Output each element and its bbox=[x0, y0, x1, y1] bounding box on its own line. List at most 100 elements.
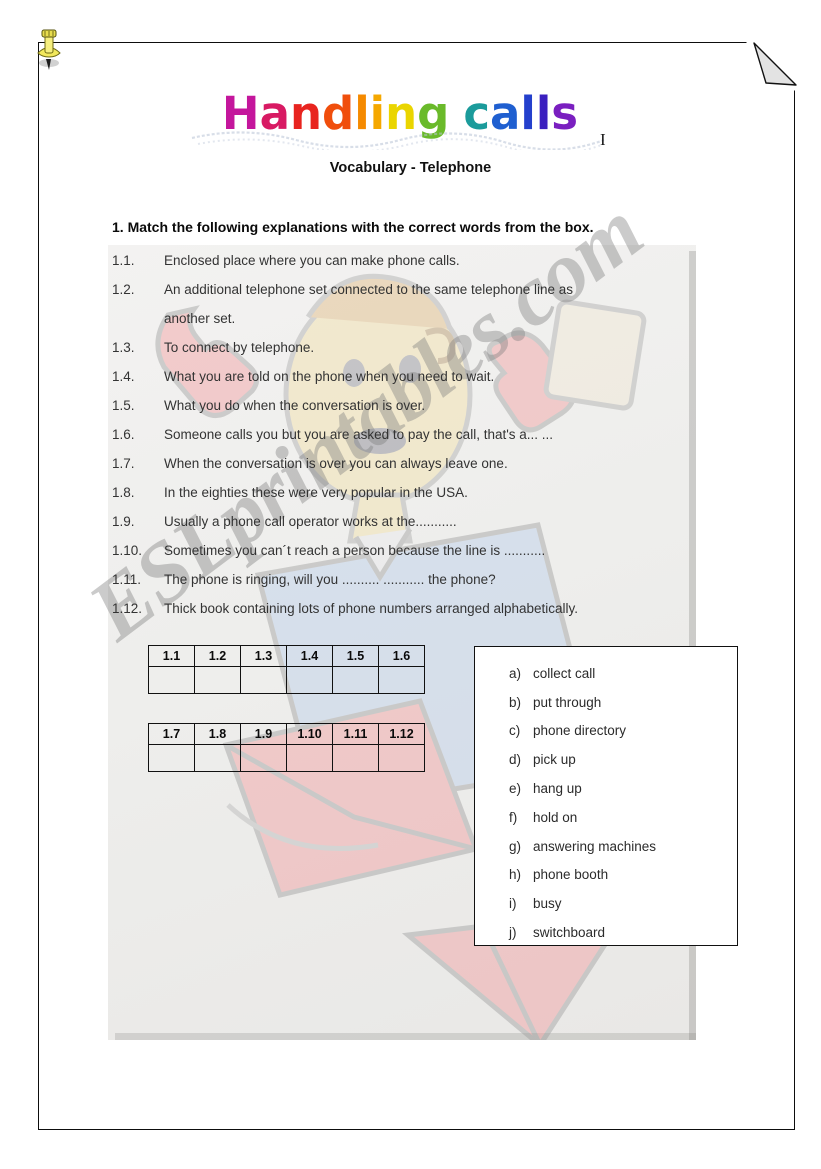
word-bank-item: e) hang up bbox=[475, 774, 737, 803]
word-bank-letter: h) bbox=[509, 867, 522, 883]
question-item: 1.2. An additional telephone set connecte… bbox=[112, 275, 712, 304]
question-text: Thick book containing lots of phone numb… bbox=[164, 601, 579, 616]
word-bank-item: b) put through bbox=[475, 688, 737, 717]
question-number: 1.7. bbox=[112, 456, 135, 471]
question-item: 1.8. In the eighties these were very popu… bbox=[112, 478, 712, 507]
word-bank-letter: c) bbox=[509, 723, 521, 739]
answer-table-1[interactable]: 1.1 1.2 1.3 1.4 1.5 1.6 bbox=[148, 645, 425, 694]
question-number: 1.10. bbox=[112, 543, 143, 558]
question-number: 1.11. bbox=[112, 572, 142, 587]
word-bank-word: phone booth bbox=[533, 867, 609, 883]
question-number: 1.9. bbox=[112, 514, 135, 529]
word-bank-item: a) collect call bbox=[475, 659, 737, 688]
text-caret: I bbox=[600, 130, 606, 149]
worksheet-content: Handling calls I Vocabulary - Telephone … bbox=[0, 0, 821, 1169]
question-text: Sometimes you can´t reach a person becau… bbox=[164, 543, 546, 558]
word-bank-letter: b) bbox=[509, 694, 522, 710]
question-item: 1.6. Someone calls you but you are asked … bbox=[112, 420, 712, 449]
question-item: 1.11. The phone is ringing, will you ....… bbox=[112, 565, 712, 594]
question-number: 1.1. bbox=[112, 253, 135, 268]
question-item: 1.5. What you do when the conversation is… bbox=[112, 391, 712, 420]
answer-input-cell[interactable] bbox=[148, 666, 195, 694]
word-bank-item: g) answering machines bbox=[475, 832, 737, 861]
word-bank-word: put through bbox=[533, 694, 602, 710]
question-text: To connect by telephone. bbox=[164, 340, 315, 355]
worksheet-title: Handling calls bbox=[191, 88, 605, 150]
answer-table-header-cell: 1.2 bbox=[194, 645, 241, 667]
word-bank-letter: g) bbox=[509, 838, 522, 854]
question-text: In the eighties these were very popular … bbox=[164, 485, 468, 500]
answer-input-cell[interactable] bbox=[286, 666, 333, 694]
question-text: The phone is ringing, will you .........… bbox=[164, 572, 496, 587]
question-item: 1.12. Thick book containing lots of phone… bbox=[112, 594, 712, 623]
answer-table-header-cell: 1.5 bbox=[332, 645, 379, 667]
answer-input-cell[interactable] bbox=[194, 744, 241, 772]
answer-table-header-cell: 1.11 bbox=[332, 723, 379, 745]
word-bank-word: phone directory bbox=[533, 723, 627, 739]
question-number: 1.4. bbox=[112, 369, 135, 384]
question-text: Someone calls you but you are asked to p… bbox=[164, 427, 554, 442]
word-bank-letter: i) bbox=[509, 896, 517, 912]
answer-table-2[interactable]: 1.7 1.8 1.9 1.10 1.11 1.12 bbox=[148, 723, 425, 772]
word-bank-word: busy bbox=[533, 896, 562, 912]
word-bank-letter: j) bbox=[509, 925, 517, 941]
word-bank-item: j) switchboard bbox=[475, 918, 737, 947]
word-bank-word: answering machines bbox=[533, 838, 657, 854]
word-bank-letter: f) bbox=[509, 809, 518, 825]
answer-table-header-cell: 1.7 bbox=[148, 723, 195, 745]
question-number: 1.8. bbox=[112, 485, 135, 500]
question-item: 1.10. Sometimes you can´t reach a person … bbox=[112, 536, 712, 565]
table-row[interactable] bbox=[148, 744, 425, 772]
word-bank-word: hold on bbox=[533, 809, 578, 825]
task-heading: 1. Match the following explanations with… bbox=[112, 219, 594, 235]
answer-input-cell[interactable] bbox=[194, 666, 241, 694]
answer-input-cell[interactable] bbox=[240, 744, 287, 772]
answer-input-cell[interactable] bbox=[332, 744, 379, 772]
question-text: Enclosed place where you can make phone … bbox=[164, 253, 460, 268]
title-wave-decoration bbox=[191, 131, 605, 150]
question-number: 1.6. bbox=[112, 427, 135, 442]
table-row: 1.1 1.2 1.3 1.4 1.5 1.6 bbox=[148, 645, 425, 667]
question-item: 1.9. Usually a phone call operator works … bbox=[112, 507, 712, 536]
word-bank-word: pick up bbox=[533, 752, 576, 768]
answer-input-cell[interactable] bbox=[378, 744, 425, 772]
word-bank-item: h) phone booth bbox=[475, 861, 737, 890]
answer-table-header-cell: 1.10 bbox=[286, 723, 333, 745]
answer-table-header-cell: 1.12 bbox=[378, 723, 425, 745]
answer-table-header-cell: 1.8 bbox=[194, 723, 241, 745]
question-text: An additional telephone set connected to… bbox=[164, 282, 574, 297]
question-number: 1.3. bbox=[112, 340, 135, 355]
question-text-continued: another set. bbox=[164, 311, 236, 326]
question-text: What you are told on the phone when you … bbox=[164, 369, 495, 384]
answer-table-header-cell: 1.6 bbox=[378, 645, 425, 667]
question-item: 1.1. Enclosed place where you can make ph… bbox=[112, 246, 712, 275]
answer-input-cell[interactable] bbox=[332, 666, 379, 694]
question-number: 1.2. bbox=[112, 282, 135, 297]
answer-table-header-cell: 1.9 bbox=[240, 723, 287, 745]
question-item: 1.3. To connect by telephone. bbox=[112, 333, 712, 362]
question-list: 1.1. Enclosed place where you can make ph… bbox=[112, 246, 712, 623]
word-bank-letter: e) bbox=[509, 781, 522, 797]
word-bank-word: switchboard bbox=[533, 925, 606, 941]
answer-table-header-cell: 1.3 bbox=[240, 645, 287, 667]
word-bank-item: f) hold on bbox=[475, 803, 737, 832]
answer-input-cell[interactable] bbox=[240, 666, 287, 694]
question-text: What you do when the conversation is ove… bbox=[164, 398, 426, 413]
answer-table-header-cell: 1.4 bbox=[286, 645, 333, 667]
worksheet-page: ESLprintables.com Handling calls I Vocab… bbox=[0, 0, 821, 1169]
word-bank-letter: d) bbox=[509, 752, 522, 768]
word-bank-word: collect call bbox=[533, 665, 596, 681]
worksheet-subtitle: Vocabulary - Telephone bbox=[329, 160, 492, 176]
table-row[interactable] bbox=[148, 666, 425, 694]
word-bank-item: c) phone directory bbox=[475, 717, 737, 746]
word-bank-item: d) pick up bbox=[475, 745, 737, 774]
question-number: 1.5. bbox=[112, 398, 135, 413]
answer-table-header-cell: 1.1 bbox=[148, 645, 195, 667]
answer-input-cell[interactable] bbox=[286, 744, 333, 772]
answer-input-cell[interactable] bbox=[148, 744, 195, 772]
word-bank-box: a) collect call b) put through c) phone direc… bbox=[474, 646, 738, 946]
answer-input-cell[interactable] bbox=[378, 666, 425, 694]
question-text: Usually a phone call operator works at t… bbox=[164, 514, 457, 529]
word-bank-word: hang up bbox=[533, 781, 582, 797]
question-number: 1.12. bbox=[112, 601, 143, 616]
